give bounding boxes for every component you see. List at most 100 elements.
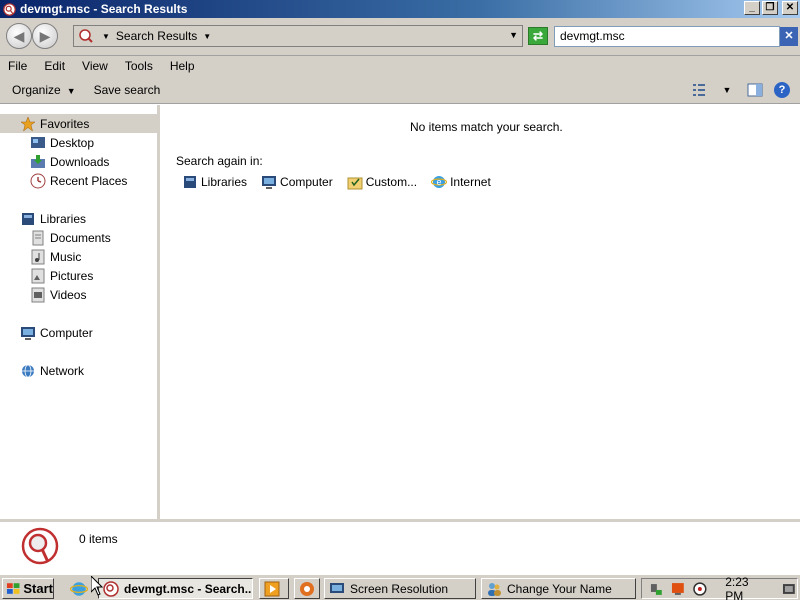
save-search-button[interactable]: Save search [88,83,167,97]
navigation-pane: Favorites Desktop Downloads Recent Place… [0,105,160,519]
scope-computer[interactable]: Computer [261,174,333,190]
menu-view[interactable]: View [76,59,114,73]
sidebar-item-downloads[interactable]: Downloads [30,152,109,171]
sidebar-item-computer[interactable]: Computer [20,323,93,342]
menu-tools[interactable]: Tools [119,59,159,73]
task-change-your-name[interactable]: Change Your Name [481,578,636,599]
search-results-icon [79,29,93,43]
sidebar-item-label: Downloads [50,154,110,169]
sidebar-item-label: Desktop [50,135,95,150]
clock[interactable]: 2:23 PM [725,575,769,603]
volume-icon[interactable] [692,581,708,597]
internet-explorer-icon: e [431,176,448,188]
documents-icon [32,230,44,245]
libraries-icon [22,212,34,225]
task-screen-resolution[interactable]: Screen Resolution [324,578,476,599]
sidebar-item-recent-places[interactable]: Recent Places [30,171,127,190]
sidebar-item-label: Pictures [50,268,94,283]
menu-edit[interactable]: Edit [38,59,71,73]
system-tray: 2:23 PM [641,575,798,603]
change-view-button[interactable] [690,81,708,99]
task-label: devmgt.msc - Search... [124,581,253,596]
sidebar-item-music[interactable]: Music [30,247,81,266]
no-results-message: No items match your search. [410,120,563,134]
search-results-icon [103,580,119,597]
quick-launch [62,579,88,598]
network-status-icon[interactable] [648,581,664,597]
users-icon [488,582,501,596]
menu-bar: File Edit View Tools Help [0,56,800,76]
sidebar-item-label: Network [40,363,85,378]
sidebar-item-label: Videos [50,287,87,302]
organize-button[interactable]: Organize ▼ [6,83,82,97]
sidebar-item-libraries[interactable]: Libraries [20,209,86,228]
address-dropdown-icon[interactable]: ▼ [509,30,518,40]
sidebar-item-favorites[interactable]: Favorites [0,114,157,133]
search-input[interactable]: devmgt.msc [554,26,780,47]
command-bar: Organize ▼ Save search ▼ ? [0,76,800,104]
title-bar: devmgt.msc - Search Results _ ❐ ✕ [0,0,800,18]
forward-arrow-icon: ▶ [39,27,51,44]
window-title: devmgt.msc - Search Results [20,2,188,16]
preview-pane-button[interactable] [746,81,764,99]
pictures-icon [31,268,45,283]
breadcrumb-dropdown-icon[interactable]: ▼ [203,32,211,41]
sidebar-item-label: Computer [40,325,93,340]
address-bar[interactable]: ▼ Search Results ▼ ▼ [73,25,523,47]
details-pane: 0 items [0,519,800,573]
scope-custom[interactable]: Custom... [347,174,417,190]
preview-pane-icon [747,83,763,97]
organize-label: Organize [12,82,61,97]
media-player-icon [264,581,280,596]
star-icon [20,115,36,132]
show-desktop-icon[interactable] [781,581,797,597]
internet-explorer-icon[interactable] [70,580,88,598]
close-button[interactable]: ✕ [782,1,798,15]
refresh-button[interactable]: ⇄ [528,27,548,45]
sidebar-item-label: Favorites [40,116,90,131]
back-arrow-icon: ◀ [13,27,25,44]
scope-label: Internet [450,175,491,189]
sidebar-item-pictures[interactable]: Pictures [30,266,93,285]
restore-button[interactable]: ❐ [762,1,778,15]
minimize-button[interactable]: _ [744,1,760,15]
sidebar-item-label: Music [50,249,82,264]
item-count: 0 items [79,532,118,546]
sidebar-item-videos[interactable]: Videos [30,285,86,304]
desktop-icon [31,136,45,148]
scope-label: Custom... [365,175,418,189]
forward-button[interactable]: ▶ [32,23,58,49]
libraries-icon [184,176,196,188]
sidebar-item-label: Recent Places [50,173,128,188]
search-results-large-icon [21,527,59,565]
scope-label: Libraries [201,175,248,189]
task-media-player[interactable] [259,578,289,599]
task-devmgt-search[interactable]: devmgt.msc - Search... [98,578,253,599]
recent-places-icon [30,173,46,188]
back-button[interactable]: ◀ [6,23,32,49]
start-label: Start [23,581,53,596]
start-button[interactable]: Start [2,578,54,599]
sidebar-item-label: Documents [50,230,111,245]
task-app[interactable] [294,578,320,599]
clear-search-button[interactable]: ✕ [780,27,798,46]
display-icon [330,582,344,593]
scope-libraries[interactable]: Libraries [182,174,247,190]
task-label: Change Your Name [507,581,612,596]
menu-help[interactable]: Help [164,59,201,73]
view-options-dropdown[interactable]: ▼ [718,81,736,99]
breadcrumb[interactable]: Search Results [116,29,197,43]
search-folder-icon [3,2,16,16]
sidebar-item-label: Libraries [40,211,87,226]
taskbar: Start devmgt.msc - Search... Screen Reso… [0,573,800,603]
menu-file[interactable]: File [2,59,33,73]
sidebar-item-network[interactable]: Network [20,361,84,380]
help-icon[interactable]: ? [774,82,790,98]
sidebar-item-desktop[interactable]: Desktop [30,133,94,152]
music-icon [31,249,45,264]
sidebar-item-documents[interactable]: Documents [30,228,111,247]
scope-internet[interactable]: e Internet [431,174,491,190]
app-icon [300,581,314,596]
breadcrumb-chevron-icon[interactable]: ▼ [102,32,110,41]
action-center-icon[interactable] [670,581,686,597]
